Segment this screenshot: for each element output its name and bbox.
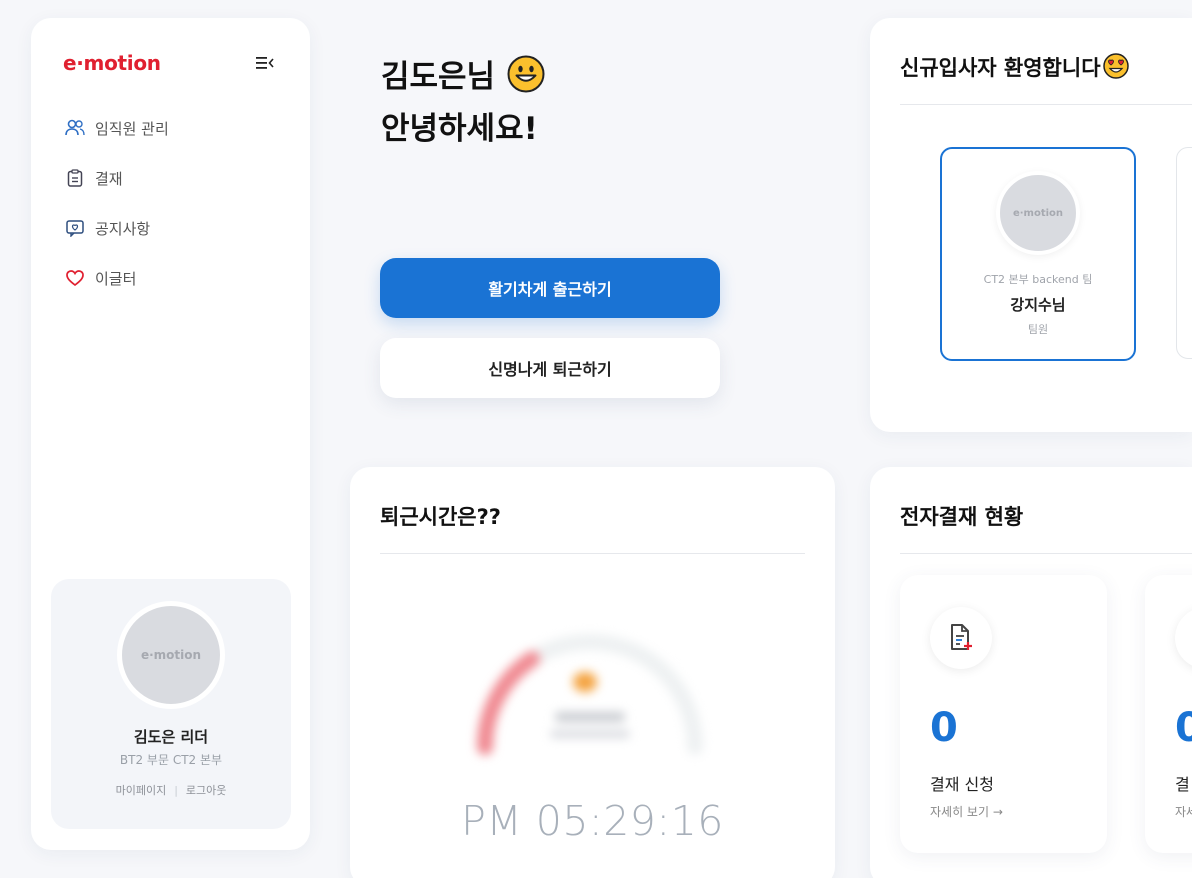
- newcomer-card[interactable]: e·motion CT2 본부 backend 팀 강지수님 팀원: [940, 147, 1136, 361]
- users-icon: [65, 118, 85, 138]
- approval-request-tile[interactable]: 0 결재 신청 자세히 보기 →: [900, 575, 1107, 853]
- mypage-link[interactable]: 마이페이지: [116, 784, 167, 797]
- sidebar-item-employees[interactable]: 임직원 관리: [65, 116, 169, 140]
- approval-request-label: 결재 신청: [930, 775, 994, 794]
- greeting-name: 김도은님: [381, 59, 496, 95]
- newcomer-role: 팀원: [1027, 323, 1049, 336]
- greeting: 김도은님 안녕하세요!: [381, 54, 545, 152]
- clipboard-icon: [65, 168, 85, 188]
- time-divider: [380, 553, 805, 554]
- clock-out-button[interactable]: 신명나게 퇴근하기: [380, 338, 720, 398]
- newcomer-card-next[interactable]: [1176, 147, 1192, 359]
- approval-divider: [900, 553, 1192, 554]
- sidebar-item-label: 임직원 관리: [95, 119, 169, 138]
- approval-second-count: 0: [1175, 705, 1192, 751]
- notice-icon: [65, 218, 85, 238]
- smiley-icon: [507, 55, 545, 106]
- newcomer-name: 강지수님: [1010, 296, 1066, 314]
- welcome-title: 신규입사자 환영합니다: [900, 52, 1129, 84]
- approval-second-tile[interactable]: 0 결 자세: [1145, 575, 1192, 853]
- profile-links: 마이페이지 | 로그아웃: [51, 782, 291, 798]
- current-time: PM 05:29:16: [461, 797, 724, 845]
- document-add-icon: [930, 607, 992, 669]
- welcome-title-text: 신규입사자 환영합니다: [900, 56, 1101, 80]
- profile-dept: BT2 부문 CT2 본부: [119, 753, 223, 767]
- logout-link[interactable]: 로그아웃: [186, 784, 226, 797]
- time-gauge: [470, 597, 710, 757]
- approval-title: 전자결재 현황: [900, 505, 1024, 529]
- heart-eyes-icon: [1102, 53, 1129, 84]
- clock-in-button[interactable]: 활기차게 출근하기: [380, 258, 720, 318]
- sidebar-nav: 임직원 관리 결재 공지사항 이글터: [65, 116, 169, 316]
- sidebar-item-label: 이글터: [95, 269, 137, 288]
- approval-request-count: 0: [930, 705, 958, 751]
- heart-icon: [65, 268, 85, 288]
- approval-second-more-link[interactable]: 자세: [1175, 803, 1192, 820]
- avatar: e·motion: [996, 171, 1080, 255]
- sidebar-item-eglter[interactable]: 이글터: [65, 266, 169, 290]
- document-icon: [1175, 607, 1192, 669]
- profile-card: e·motion 김도은 리더 BT2 부문 CT2 본부 마이페이지 | 로그아웃: [51, 579, 291, 829]
- approval-request-more-link[interactable]: 자세히 보기 →: [930, 803, 1003, 820]
- approval-card: 전자결재 현황 0 결재 신청 자세히 보기 → 0 결 자세: [870, 467, 1192, 878]
- logo[interactable]: e·motion: [63, 51, 161, 75]
- dashboard: e·motion 임직원 관리 결재 공지사항 이글터 e·motion 김도은…: [0, 0, 1192, 878]
- welcome-card: 신규입사자 환영합니다 e·motion CT2 본부 backend 팀 강지…: [870, 18, 1192, 432]
- sidebar: e·motion 임직원 관리 결재 공지사항 이글터 e·motion 김도은…: [31, 18, 310, 850]
- time-card: 퇴근시간은?? PM 05:29:16: [350, 467, 835, 878]
- welcome-divider: [900, 104, 1192, 105]
- avatar: e·motion: [117, 601, 225, 709]
- approval-second-label: 결: [1175, 775, 1190, 794]
- greeting-hello: 안녕하세요!: [381, 111, 538, 147]
- time-title: 퇴근시간은??: [380, 505, 501, 529]
- sidebar-item-label: 결재: [95, 169, 123, 188]
- menu-collapse-icon[interactable]: [256, 55, 274, 69]
- profile-name: 김도은 리더: [133, 728, 209, 746]
- sidebar-item-notice[interactable]: 공지사항: [65, 216, 169, 240]
- link-divider: |: [174, 784, 178, 797]
- sidebar-item-label: 공지사항: [95, 219, 151, 238]
- sidebar-item-approval[interactable]: 결재: [65, 166, 169, 190]
- newcomer-team: CT2 본부 backend 팀: [983, 273, 1093, 286]
